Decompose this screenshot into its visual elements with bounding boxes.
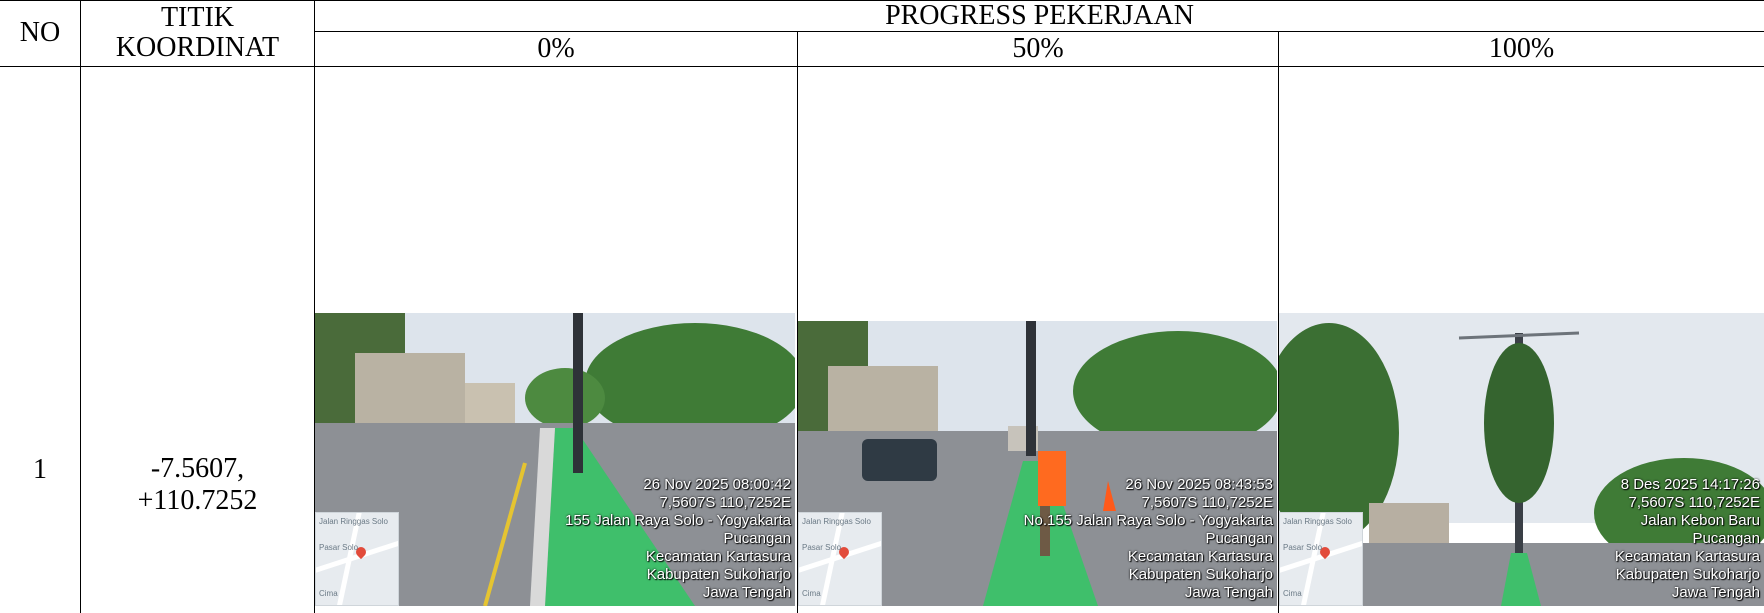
map-label-1: Jalan Ringgas Solo xyxy=(802,517,871,526)
row-no: 1 xyxy=(33,454,47,485)
col-divider-1 xyxy=(80,0,81,613)
header-no-label: NO xyxy=(19,17,61,48)
photo-progress-50: 26 Nov 2025 08:43:53 7,5607S 110,7252E N… xyxy=(798,321,1277,606)
header-divider-bottom xyxy=(0,66,1764,67)
photo-50-map-thumbnail: Jalan Ringgas Solo Pasar Solo Cima xyxy=(798,512,882,606)
map-label-3: Cima xyxy=(1283,589,1302,598)
map-label-1: Jalan Ringgas Solo xyxy=(319,517,388,526)
photo-100-datetime: 8 Des 2025 14:17:26 xyxy=(1620,476,1760,493)
photo-50-district: Kecamatan Kartasura xyxy=(1127,548,1273,565)
header-titik-label: TITIK xyxy=(160,2,235,33)
photo-0-district: Kecamatan Kartasura xyxy=(645,548,791,565)
photo-progress-0: 26 Nov 2025 08:00:42 7,5607S 110,7252E 1… xyxy=(315,313,795,606)
photo-0-village: Pucangan xyxy=(723,530,791,547)
photo-100-coords: 7,5607S 110,7252E xyxy=(1628,494,1760,511)
header-100-percent-label: 100% xyxy=(1488,33,1555,64)
map-label-3: Cima xyxy=(319,589,338,598)
header-progress: PROGRESS PEKERJAAN xyxy=(315,0,1764,31)
photo-50-village: Pucangan xyxy=(1205,530,1273,547)
photo-50-street: No.155 Jalan Raya Solo - Yogyakarta xyxy=(1023,512,1273,529)
photo-50-coords: 7,5607S 110,7252E xyxy=(1141,494,1273,511)
photo-100-regency: Kabupaten Sukoharjo xyxy=(1615,566,1760,583)
photo-50-regency: Kabupaten Sukoharjo xyxy=(1128,566,1273,583)
map-label-3: Cima xyxy=(802,589,821,598)
map-label-2: Pasar Solo xyxy=(1283,543,1323,552)
photo-0-datetime: 26 Nov 2025 08:00:42 xyxy=(643,476,791,493)
photo-50-datetime: 26 Nov 2025 08:43:53 xyxy=(1125,476,1273,493)
photo-50-stamp: 26 Nov 2025 08:43:53 7,5607S 110,7252E N… xyxy=(1024,476,1273,602)
map-label-1: Jalan Ringgas Solo xyxy=(1283,517,1352,526)
photo-100-district: Kecamatan Kartasura xyxy=(1614,548,1760,565)
photo-0-regency: Kabupaten Sukoharjo xyxy=(646,566,791,583)
header-koordinat-label: KOORDINAT xyxy=(115,32,280,63)
header-0-percent: 0% xyxy=(315,32,797,66)
photo-100-stamp: 8 Des 2025 14:17:26 7,5607S 110,7252E Ja… xyxy=(1615,476,1760,602)
coordinate-lat: -7.5607, xyxy=(150,453,245,484)
photo-0-coords: 7,5607S 110,7252E xyxy=(659,494,791,511)
progress-table: NO TITIK KOORDINAT PROGRESS PEKERJAAN 0%… xyxy=(0,0,1764,613)
map-label-2: Pasar Solo xyxy=(802,543,842,552)
photo-0-map-thumbnail: Jalan Ringgas Solo Pasar Solo Cima xyxy=(315,512,399,606)
header-50-percent-label: 50% xyxy=(1012,33,1064,64)
photo-100-province: Jawa Tengah xyxy=(1671,584,1760,601)
photo-0-stamp: 26 Nov 2025 08:00:42 7,5607S 110,7252E 1… xyxy=(565,476,791,602)
coordinate-lon: +110.7252 xyxy=(137,485,258,516)
photo-progress-100: 8 Des 2025 14:17:26 7,5607S 110,7252E Ja… xyxy=(1279,313,1764,606)
header-50-percent: 50% xyxy=(798,32,1278,66)
photo-100-map-thumbnail: Jalan Ringgas Solo Pasar Solo Cima xyxy=(1279,512,1363,606)
header-no: NO xyxy=(0,0,80,66)
photo-100-village: Pucangan xyxy=(1692,530,1760,547)
header-titik-koordinat: TITIK KOORDINAT xyxy=(81,0,314,66)
row-coordinate-cell: -7.5607, +110.7252 xyxy=(81,450,314,520)
map-label-2: Pasar Solo xyxy=(319,543,359,552)
photo-0-province: Jawa Tengah xyxy=(702,584,791,601)
photo-50-province: Jawa Tengah xyxy=(1184,584,1273,601)
photo-0-street: 155 Jalan Raya Solo - Yogyakarta xyxy=(565,512,791,529)
photo-100-street: Jalan Kebon Baru xyxy=(1640,512,1760,529)
header-0-percent-label: 0% xyxy=(537,33,575,64)
header-100-percent: 100% xyxy=(1279,32,1764,66)
row-no-cell: 1 xyxy=(0,420,80,520)
header-progress-label: PROGRESS PEKERJAAN xyxy=(885,0,1194,31)
